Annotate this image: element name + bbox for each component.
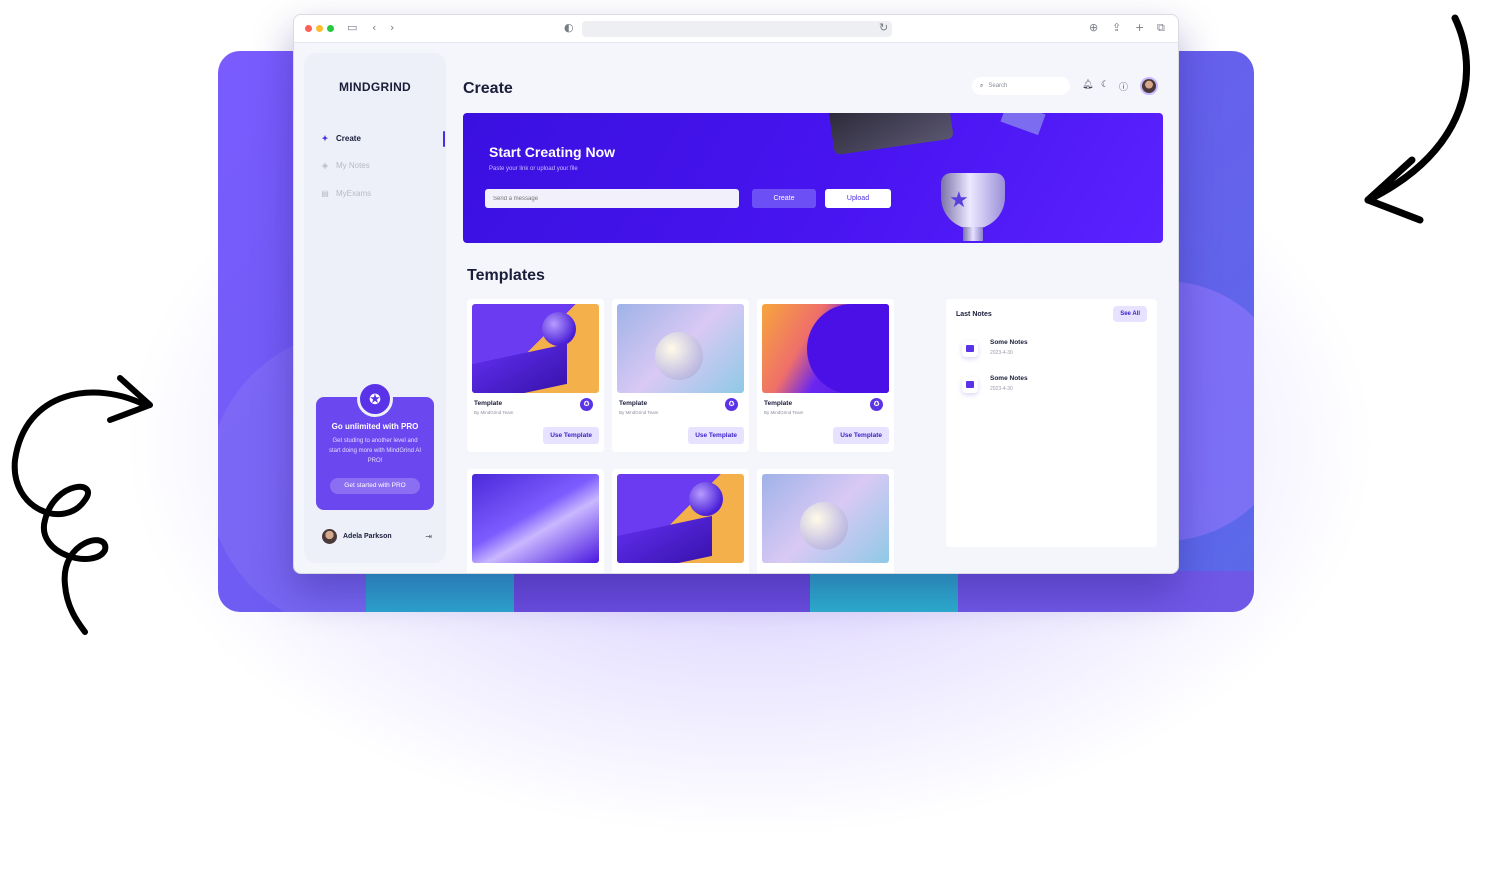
maximize-window-button[interactable] (327, 25, 334, 32)
sidebar: MINDGRIND ✦ Create ◈ My Notes ▤ MyExams … (304, 53, 446, 563)
note-title: Some Notes (990, 375, 1028, 382)
privacy-shield-icon[interactable]: ◐ (564, 21, 574, 34)
search-input[interactable]: ⌕ Search (972, 77, 1070, 95)
browser-toolbar: ▭ ‹ › ◐ ↻ ⊕ ⇪ + ⧉ (294, 15, 1178, 43)
sidebar-item-my-exams[interactable]: ▤ MyExams (320, 189, 371, 198)
logout-icon[interactable]: ⇥ (425, 532, 432, 541)
user-name: Adela Parkson (343, 533, 392, 540)
message-input[interactable] (485, 189, 739, 208)
folder-icon (962, 377, 978, 393)
template-name: Template (764, 400, 793, 407)
template-thumbnail (472, 304, 599, 393)
note-date: 2023-4-30 (990, 350, 1013, 356)
get-pro-button[interactable]: Get started with PRO (330, 478, 420, 494)
reload-icon[interactable]: ↻ (879, 21, 888, 34)
template-thumbnail (762, 304, 889, 393)
template-card[interactable]: Template By MindGrind Team ✪ Use Templat… (467, 299, 604, 452)
folder-icon (962, 341, 978, 357)
sidebar-toggle-icon[interactable]: ▭ (347, 21, 357, 34)
use-template-button[interactable]: Use Template (543, 427, 599, 444)
template-thumbnail (472, 474, 599, 563)
note-date: 2023-4-30 (990, 386, 1013, 392)
list-item[interactable]: Some Notes 2023-4-30 (956, 371, 1146, 399)
template-thumbnail (617, 474, 744, 563)
forward-icon[interactable]: › (390, 21, 394, 34)
download-icon[interactable]: ⊕ (1089, 21, 1098, 34)
template-name: Template (474, 400, 503, 407)
share-icon[interactable]: ⇪ (1112, 21, 1121, 34)
search-icon: ⌕ (980, 82, 984, 89)
hero-banner: Start Creating Now Paste your link or up… (463, 113, 1163, 243)
template-card[interactable] (612, 469, 749, 573)
templates-heading: Templates (467, 267, 545, 284)
moon-icon[interactable]: ☾ (1101, 80, 1109, 90)
app-logo: MINDGRIND (338, 80, 412, 94)
search-placeholder: Search (988, 83, 1008, 89)
list-item[interactable]: Some Notes 2023-4-30 (956, 335, 1146, 363)
pro-description: Get studing to another level and start d… (328, 438, 422, 464)
pro-title: Go unlimited with PRO (331, 422, 419, 431)
graduation-cap-image (828, 113, 954, 156)
curly-arrow-left-icon (11, 375, 153, 635)
use-template-button[interactable]: Use Template (688, 427, 744, 444)
avatar (322, 529, 337, 544)
layers-icon: ◈ (321, 161, 329, 170)
sidebar-item-my-notes[interactable]: ◈ My Notes (320, 161, 370, 170)
last-notes-panel: Last Notes See All Some Notes 2023-4-30 … (946, 299, 1157, 547)
new-tab-icon[interactable]: + (1135, 21, 1144, 34)
minimize-window-button[interactable] (316, 25, 323, 32)
star-icon: ★ (949, 187, 969, 212)
template-thumbnail (762, 474, 889, 563)
brand-badge-icon: ✪ (725, 398, 738, 411)
close-window-button[interactable] (305, 25, 312, 32)
sidebar-item-label: My Notes (336, 161, 370, 170)
pro-promo-card: ✪ Go unlimited with PRO Get studing to a… (316, 381, 434, 510)
hero-title: Start Creating Now (489, 144, 616, 160)
template-card[interactable]: Template By MindGrind Team ✪ Use Templat… (612, 299, 749, 452)
decorative-shape (1000, 113, 1046, 136)
curved-arrow-right-icon (1364, 14, 1470, 224)
bell-icon[interactable]: 🔔︎ (1082, 80, 1093, 90)
template-author: By MindGrind Team (764, 410, 804, 415)
header-avatar[interactable] (1140, 77, 1158, 95)
template-author: By MindGrind Team (474, 410, 514, 415)
hero-subtitle: Paste your link or upload your file (489, 166, 578, 172)
page-title: Create (463, 80, 513, 97)
info-icon[interactable]: ⓘ (1119, 80, 1128, 93)
address-bar[interactable] (582, 21, 892, 37)
pro-logo-icon: ✪ (357, 381, 393, 417)
back-icon[interactable]: ‹ (372, 21, 376, 34)
sidebar-item-label: Create (336, 134, 361, 143)
trophy-stem (963, 227, 983, 241)
create-button[interactable]: Create (752, 189, 816, 208)
note-title: Some Notes (990, 339, 1028, 346)
sparkle-icon: ✦ (321, 134, 329, 143)
last-notes-title: Last Notes (956, 311, 992, 318)
browser-window: ▭ ‹ › ◐ ↻ ⊕ ⇪ + ⧉ MINDGRIND ✦ Create ◈ M… (293, 14, 1179, 574)
see-all-button[interactable]: See All (1113, 306, 1147, 322)
active-indicator (443, 131, 445, 147)
template-name: Template (619, 400, 648, 407)
template-card[interactable]: Template By MindGrind Team ✪ Use Templat… (757, 299, 894, 452)
document-icon: ▤ (321, 189, 329, 198)
template-author: By MindGrind Team (619, 410, 659, 415)
sidebar-item-create[interactable]: ✦ Create (320, 134, 361, 143)
template-thumbnail (617, 304, 744, 393)
sidebar-item-label: MyExams (336, 189, 372, 198)
user-profile[interactable]: Adela Parkson ⇥ (322, 529, 432, 544)
brand-badge-icon: ✪ (580, 398, 593, 411)
use-template-button[interactable]: Use Template (833, 427, 889, 444)
template-card[interactable] (467, 469, 604, 573)
tabs-overview-icon[interactable]: ⧉ (1157, 21, 1165, 35)
upload-button[interactable]: Upload (825, 189, 891, 208)
template-card[interactable] (757, 469, 894, 573)
brand-badge-icon: ✪ (870, 398, 883, 411)
